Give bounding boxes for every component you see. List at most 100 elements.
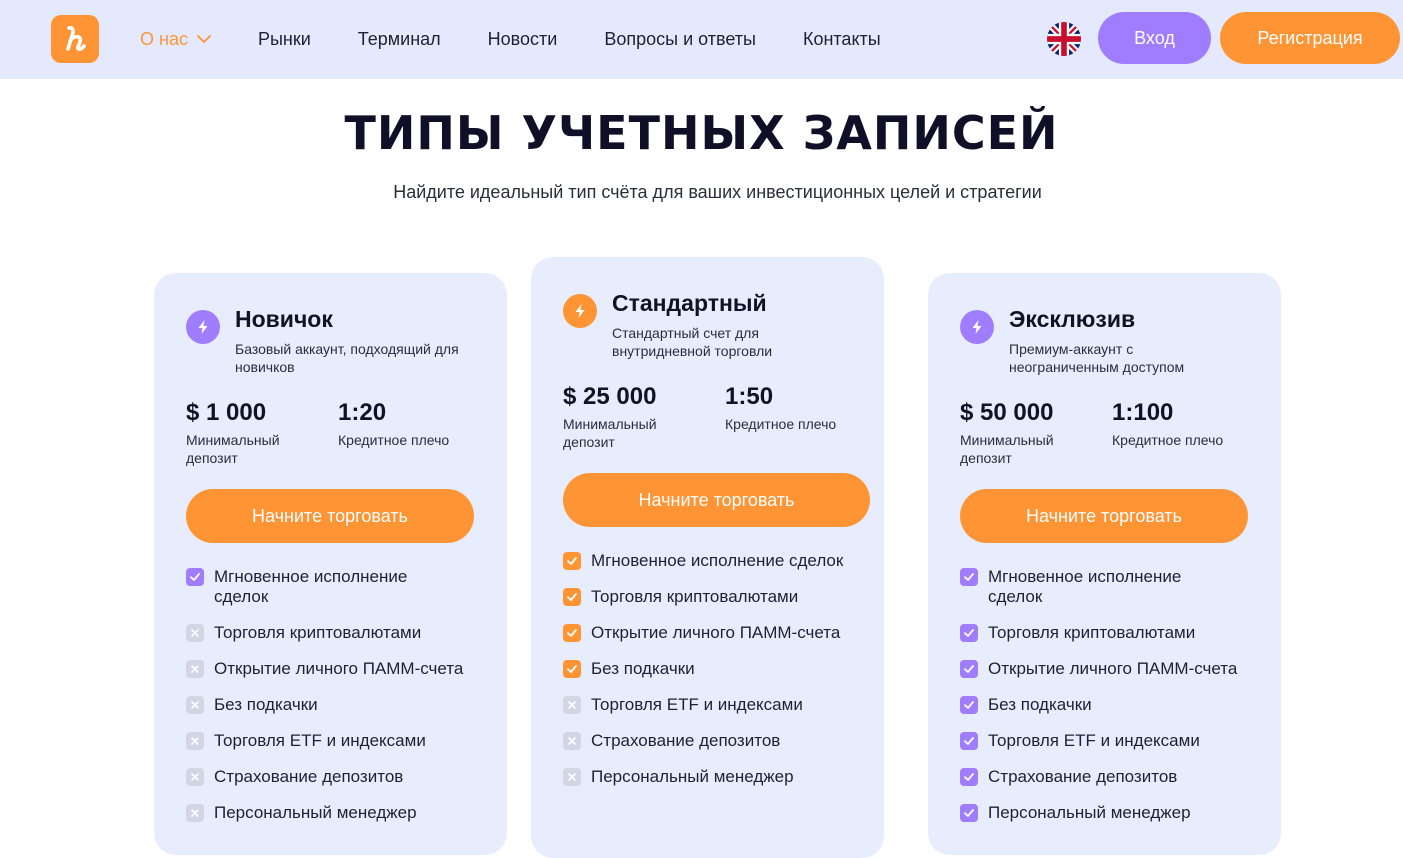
leverage-label: Кредитное плечо [1112, 432, 1224, 448]
feature-label: Без подкачки [988, 695, 1092, 714]
feature-label: Торговля криптовалютами [988, 623, 1196, 642]
feature-item: Торговля криптовалютами [186, 623, 486, 643]
main-nav: О нас Рынки Терминал Новости Вопросы и о… [140, 0, 928, 79]
checkbox-checked-icon [960, 660, 978, 678]
register-button[interactable]: Регистрация [1220, 12, 1400, 64]
login-button[interactable]: Вход [1098, 12, 1211, 64]
feature-item: Мгновенное исполнение сделок [563, 551, 863, 571]
checkbox-checked-icon [563, 588, 581, 606]
checkbox-checked-icon [563, 660, 581, 678]
feature-label: Открытие личного ПАММ-счета [988, 659, 1238, 678]
min-deposit-value: $ 25 000 [563, 383, 657, 410]
checkbox-checked-icon [960, 568, 978, 586]
feature-item: Торговля криптовалютами [563, 587, 863, 607]
nav-item-about[interactable]: О нас [140, 29, 211, 50]
checkbox-cross-icon [186, 804, 204, 822]
plan-name: Стандартный [612, 290, 767, 316]
feature-item: Торговля криптовалютами [960, 623, 1260, 643]
nav-item-markets[interactable]: Рынки [258, 29, 311, 50]
uk-flag-icon[interactable] [1047, 22, 1081, 56]
feature-label: Мгновенное исполнение сделок [214, 567, 408, 606]
feature-label: Торговля криптовалютами [591, 587, 799, 606]
feature-item: Торговля ETF и индексами [186, 731, 486, 751]
checkbox-checked-icon [960, 624, 978, 642]
feature-item: Без подкачки [186, 695, 486, 715]
feature-item: Торговля ETF и индексами [563, 695, 863, 715]
feature-list: Мгновенное исполнение сделок Торговля кр… [186, 567, 486, 839]
checkbox-cross-icon [563, 732, 581, 750]
lightning-icon [960, 310, 994, 344]
feature-label: Без подкачки [591, 659, 695, 678]
plan-card-standard: Стандартный Стандартный счет для внутрид… [531, 257, 884, 858]
feature-label: Торговля криптовалютами [214, 623, 422, 642]
nav-item-label: Рынки [257, 29, 311, 49]
site-header: О нас Рынки Терминал Новости Вопросы и о… [0, 0, 1403, 79]
feature-label: Без подкачки [214, 695, 318, 714]
feature-label: Персональный менеджер [591, 767, 794, 786]
logo[interactable] [51, 15, 99, 63]
leverage-value: 1:20 [338, 399, 387, 426]
plan-card-exclusive: Эксклюзив Премиум-аккаунт с неограниченн… [928, 273, 1281, 855]
min-deposit-label: Минимальный депозит [563, 416, 657, 450]
feature-list: Мгновенное исполнение сделок Торговля кр… [563, 551, 863, 803]
min-deposit-label: Минимальный депозит [186, 432, 280, 466]
feature-item: Без подкачки [960, 695, 1260, 715]
plan-description: Стандартный счет для внутридневной торго… [612, 325, 773, 359]
checkbox-cross-icon [186, 732, 204, 750]
plan-description: Премиум-аккаунт с неограниченным доступо… [1009, 341, 1185, 375]
feature-label: Персональный менеджер [988, 803, 1191, 822]
nav-item-label: Контакты [802, 29, 881, 49]
nav-item-contacts[interactable]: Контакты [803, 29, 881, 50]
feature-label: Мгновенное исполнение сделок [591, 551, 844, 570]
min-deposit-label: Минимальный депозит [960, 432, 1054, 466]
feature-item: Открытие личного ПАММ-счета [186, 659, 486, 679]
nav-item-label: О нас [140, 29, 188, 49]
feature-label: Страхование депозитов [591, 731, 781, 750]
plan-name: Новичок [235, 306, 333, 332]
feature-item: Страхование депозитов [960, 767, 1260, 787]
nav-item-news[interactable]: Новости [488, 29, 558, 50]
nav-item-faq[interactable]: Вопросы и ответы [604, 29, 756, 50]
feature-item: Персональный менеджер [186, 803, 486, 823]
checkbox-cross-icon [186, 660, 204, 678]
feature-list: Мгновенное исполнение сделок Торговля кр… [960, 567, 1260, 839]
checkbox-checked-icon [960, 768, 978, 786]
start-trading-button[interactable]: Начните торговать [186, 489, 474, 543]
nav-item-label: Терминал [357, 29, 441, 49]
plan-description: Базовый аккаунт, подходящий для новичков [235, 341, 459, 375]
feature-item: Открытие личного ПАММ-счета [563, 623, 863, 643]
lightning-icon [563, 294, 597, 328]
start-trading-button[interactable]: Начните торговать [960, 489, 1248, 543]
leverage-value: 1:50 [725, 383, 774, 410]
leverage-label: Кредитное плечо [338, 432, 450, 448]
feature-item: Страхование депозитов [563, 731, 863, 751]
feature-label: Персональный менеджер [214, 803, 417, 822]
checkbox-cross-icon [186, 696, 204, 714]
checkbox-checked-icon [960, 804, 978, 822]
logo-icon [66, 26, 86, 51]
page-subtitle: Найдите идеальный тип счёта для ваших ин… [393, 182, 1042, 202]
feature-label: Торговля ETF и индексами [988, 731, 1200, 750]
checkbox-cross-icon [186, 768, 204, 786]
feature-item: Без подкачки [563, 659, 863, 679]
checkbox-cross-icon [563, 768, 581, 786]
feature-label: Открытие личного ПАММ-счета [591, 623, 841, 642]
checkbox-cross-icon [186, 624, 204, 642]
plan-name: Эксклюзив [1009, 306, 1136, 332]
checkbox-checked-icon [563, 624, 581, 642]
leverage-value: 1:100 [1112, 399, 1174, 426]
start-trading-button[interactable]: Начните торговать [563, 473, 870, 527]
checkbox-checked-icon [186, 568, 204, 586]
min-deposit-value: $ 1 000 [186, 399, 267, 426]
chevron-down-icon [197, 35, 211, 44]
feature-item: Мгновенное исполнение сделок [960, 567, 1260, 607]
feature-label: Страхование депозитов [988, 767, 1178, 786]
feature-item: Мгновенное исполнение сделок [186, 567, 486, 607]
min-deposit-value: $ 50 000 [960, 399, 1054, 426]
feature-item: Персональный менеджер [563, 767, 863, 787]
feature-label: Торговля ETF и индексами [214, 731, 426, 750]
feature-item: Открытие личного ПАММ-счета [960, 659, 1260, 679]
feature-item: Страхование депозитов [186, 767, 486, 787]
nav-item-label: Вопросы и ответы [604, 29, 756, 49]
nav-item-terminal[interactable]: Терминал [358, 29, 441, 50]
